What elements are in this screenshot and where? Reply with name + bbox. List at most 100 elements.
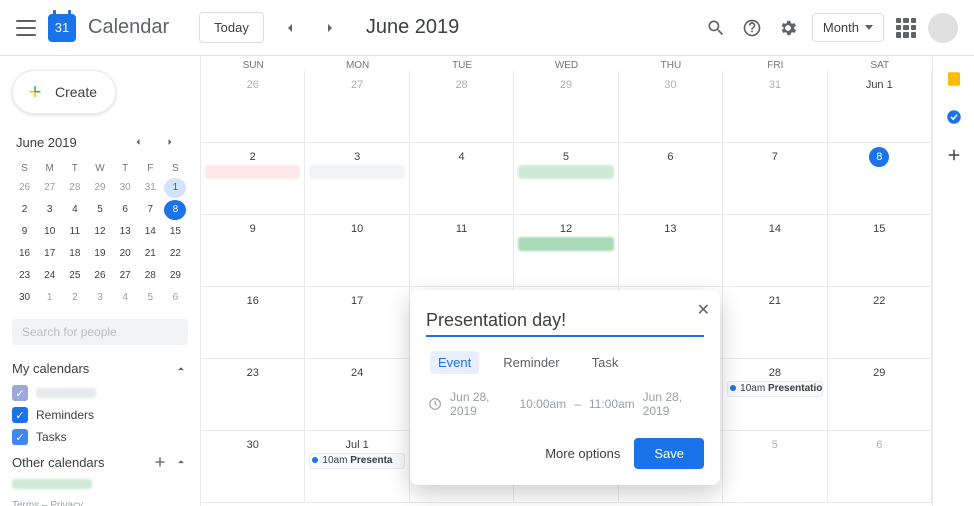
mini-day[interactable]: 31 (139, 178, 161, 198)
grid-cell[interactable]: 14 (723, 215, 827, 287)
grid-cell[interactable]: 30 (201, 431, 305, 503)
close-icon[interactable]: ✕ (697, 300, 710, 320)
mini-day[interactable]: 9 (14, 222, 36, 242)
search-people-input[interactable]: Search for people (12, 319, 188, 345)
grid-cell[interactable]: 10 (305, 215, 409, 287)
mini-day[interactable]: 2 (14, 200, 36, 220)
mini-day[interactable]: 1 (164, 178, 186, 198)
grid-cell[interactable]: 2 (201, 143, 305, 215)
grid-cell[interactable]: 6 (619, 143, 723, 215)
my-calendars-toggle[interactable]: My calendars (12, 355, 188, 382)
grid-cell[interactable]: 3 (305, 143, 409, 215)
search-icon[interactable] (704, 16, 728, 40)
grid-cell[interactable]: 5 (514, 143, 618, 215)
other-calendars-toggle[interactable]: Other calendars (12, 448, 188, 476)
calendar-item-other[interactable] (12, 476, 188, 492)
mini-day[interactable]: 27 (114, 266, 136, 286)
event-time-row[interactable]: Jun 28, 2019 10:00am – 11:00am Jun 28, 2… (426, 390, 704, 418)
apps-icon[interactable] (896, 18, 916, 38)
grid-cell[interactable]: 8 (828, 143, 932, 215)
mini-day[interactable]: 26 (89, 266, 111, 286)
mini-day[interactable]: 16 (14, 244, 36, 264)
today-button[interactable]: Today (199, 12, 264, 43)
mini-day[interactable]: 29 (89, 178, 111, 198)
grid-cell[interactable]: 24 (305, 359, 409, 431)
mini-day[interactable]: 13 (114, 222, 136, 242)
grid-cell[interactable]: 2810am Presentation (723, 359, 827, 431)
mini-day[interactable]: 3 (39, 200, 61, 220)
mini-day[interactable]: 7 (139, 200, 161, 220)
mini-day[interactable]: 29 (164, 266, 186, 286)
add-addon-icon[interactable] (945, 146, 963, 164)
next-month-button[interactable] (316, 14, 344, 42)
mini-day[interactable]: 18 (64, 244, 86, 264)
mini-day[interactable]: 15 (164, 222, 186, 242)
grid-cell[interactable]: 21 (723, 287, 827, 359)
settings-icon[interactable] (776, 16, 800, 40)
mini-day[interactable]: 24 (39, 266, 61, 286)
help-icon[interactable] (740, 16, 764, 40)
more-options-button[interactable]: More options (545, 446, 620, 461)
grid-cell[interactable]: 9 (201, 215, 305, 287)
event-chip[interactable]: 10am Presenta (309, 453, 404, 469)
grid-cell[interactable]: 26 (201, 71, 305, 143)
prev-month-button[interactable] (276, 14, 304, 42)
view-selector[interactable]: Month (812, 13, 884, 42)
mini-day[interactable]: 28 (139, 266, 161, 286)
event-pill[interactable] (518, 237, 613, 251)
mini-day[interactable]: 11 (64, 222, 86, 242)
mini-day[interactable]: 12 (89, 222, 111, 242)
mini-day[interactable]: 5 (89, 200, 111, 220)
mini-day[interactable]: 6 (164, 288, 186, 308)
mini-day[interactable]: 2 (64, 288, 86, 308)
mini-day[interactable]: 30 (114, 178, 136, 198)
grid-cell[interactable]: 7 (723, 143, 827, 215)
tab-event[interactable]: Event (430, 351, 479, 374)
mini-day[interactable]: 30 (14, 288, 36, 308)
grid-cell[interactable]: 13 (619, 215, 723, 287)
footer-links[interactable]: Terms – Privacy (12, 492, 188, 506)
tab-reminder[interactable]: Reminder (495, 351, 567, 374)
tasks-icon[interactable] (945, 108, 963, 126)
event-pill[interactable] (205, 165, 300, 179)
event-chip[interactable]: 10am Presentation (727, 381, 822, 397)
event-pill[interactable] (518, 165, 613, 179)
mini-day[interactable]: 8 (164, 200, 186, 220)
grid-cell[interactable]: 31 (723, 71, 827, 143)
mini-day[interactable]: 21 (139, 244, 161, 264)
mini-day[interactable]: 3 (89, 288, 111, 308)
mini-day[interactable]: 22 (164, 244, 186, 264)
mini-prev-button[interactable] (124, 128, 152, 156)
menu-icon[interactable] (16, 20, 36, 36)
grid-cell[interactable]: 17 (305, 287, 409, 359)
mini-day[interactable]: 25 (64, 266, 86, 286)
grid-cell[interactable]: Jul 110am Presenta (305, 431, 409, 503)
mini-day[interactable]: 1 (39, 288, 61, 308)
grid-cell[interactable]: 6 (828, 431, 932, 503)
grid-cell[interactable]: 23 (201, 359, 305, 431)
grid-cell[interactable]: 16 (201, 287, 305, 359)
mini-day[interactable]: 20 (114, 244, 136, 264)
mini-day[interactable]: 19 (89, 244, 111, 264)
event-title-input[interactable] (426, 306, 704, 337)
mini-next-button[interactable] (156, 128, 184, 156)
add-calendar-icon[interactable] (152, 454, 168, 470)
account-avatar[interactable] (928, 13, 958, 43)
mini-day[interactable]: 4 (114, 288, 136, 308)
grid-cell[interactable]: 4 (410, 143, 514, 215)
grid-cell[interactable]: 5 (723, 431, 827, 503)
grid-cell[interactable]: 27 (305, 71, 409, 143)
mini-day[interactable]: 17 (39, 244, 61, 264)
calendar-item-reminders[interactable]: ✓Reminders (12, 404, 188, 426)
calendar-item-primary[interactable]: ✓ (12, 382, 188, 404)
grid-cell[interactable]: 28 (410, 71, 514, 143)
calendar-item-tasks[interactable]: ✓Tasks (12, 426, 188, 448)
keep-icon[interactable] (945, 70, 963, 88)
mini-day[interactable]: 4 (64, 200, 86, 220)
grid-cell[interactable]: Jun 1 (828, 71, 932, 143)
event-pill[interactable] (309, 165, 404, 179)
tab-task[interactable]: Task (584, 351, 627, 374)
grid-cell[interactable]: 29 (514, 71, 618, 143)
mini-day[interactable]: 5 (139, 288, 161, 308)
save-button[interactable]: Save (634, 438, 704, 469)
